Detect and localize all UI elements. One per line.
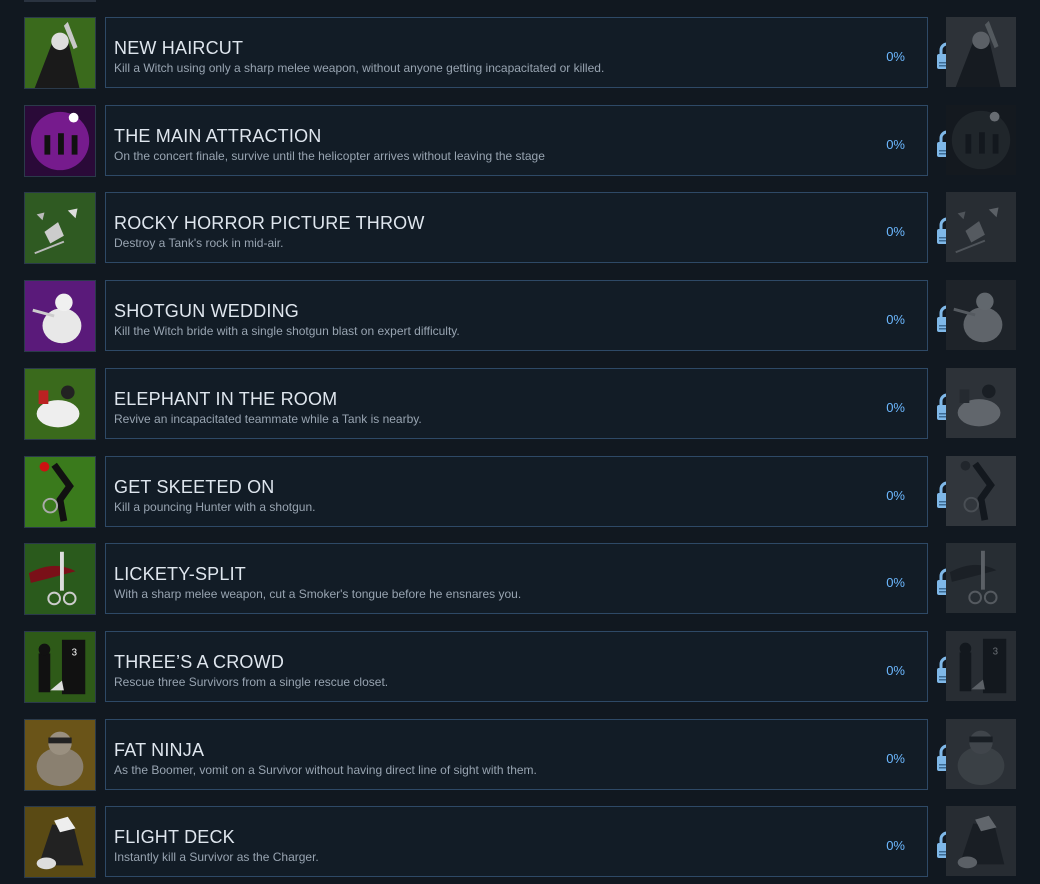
rock-shatter-icon	[24, 192, 96, 264]
achievement-row: ELEPHANT IN THE ROOM Revive an incapacit…	[0, 368, 1040, 440]
achievement-title: ROCKY HORROR PICTURE THROW	[114, 213, 425, 233]
achievement-row: GET SKEETED ON Kill a pouncing Hunter wi…	[0, 456, 1040, 528]
achievement-description: Destroy a Tank's rock in mid-air.	[114, 236, 284, 250]
achievement-description: As the Boomer, vomit on a Survivor witho…	[114, 763, 537, 777]
achievement-card[interactable]: FAT NINJA As the Boomer, vomit on a Surv…	[105, 719, 928, 790]
achievement-progress: 0%	[886, 137, 905, 152]
achievement-row: LICKETY-SPLIT With a sharp melee weapon,…	[0, 543, 1040, 615]
achievement-title: THREE’S A CROWD	[114, 652, 285, 672]
boomer-ninja-icon	[24, 719, 96, 791]
svg-text:3: 3	[72, 647, 77, 658]
locked-icon-preview: 3	[946, 631, 1016, 701]
previous-thumbnail-edge	[24, 0, 96, 2]
achievement-title: SHOTGUN WEDDING	[114, 301, 299, 321]
achievement-progress: 0%	[886, 312, 905, 327]
locked-icon-preview	[946, 192, 1016, 262]
achievement-card[interactable]: ELEPHANT IN THE ROOM Revive an incapacit…	[105, 368, 928, 439]
achievements-list: NEW HAIRCUT Kill a Witch using only a sh…	[0, 0, 1040, 884]
achievement-progress: 0%	[886, 400, 905, 415]
achievement-description: Rescue three Survivors from a single res…	[114, 675, 389, 689]
svg-text:3: 3	[993, 646, 998, 657]
locked-icon-preview	[946, 456, 1016, 526]
achievement-row: ROCKY HORROR PICTURE THROW Destroy a Tan…	[0, 192, 1040, 264]
achievement-progress: 0%	[886, 663, 905, 678]
achievement-progress: 0%	[886, 751, 905, 766]
achievement-progress: 0%	[886, 224, 905, 239]
hunter-pounce-icon	[24, 456, 96, 528]
achievement-progress: 0%	[886, 575, 905, 590]
achievement-card[interactable]: LICKETY-SPLIT With a sharp melee weapon,…	[105, 543, 928, 614]
charger-icon	[24, 806, 96, 878]
witch-bride-icon	[24, 280, 96, 352]
achievement-row: NEW HAIRCUT Kill a Witch using only a sh…	[0, 17, 1040, 89]
achievement-row: FLIGHT DECK Instantly kill a Survivor as…	[0, 806, 1040, 878]
achievement-description: Kill a pouncing Hunter with a shotgun.	[114, 500, 316, 514]
locked-icon-preview	[946, 17, 1016, 87]
achievement-description: Kill the Witch bride with a single shotg…	[114, 324, 460, 338]
achievement-card[interactable]: FLIGHT DECK Instantly kill a Survivor as…	[105, 806, 928, 877]
achievement-title: FAT NINJA	[114, 740, 205, 760]
locked-icon-preview	[946, 719, 1016, 789]
locked-icon-preview	[946, 280, 1016, 350]
achievement-description: Instantly kill a Survivor as the Charger…	[114, 850, 319, 864]
achievement-title: FLIGHT DECK	[114, 827, 235, 847]
achievement-row: FAT NINJA As the Boomer, vomit on a Surv…	[0, 719, 1040, 791]
achievement-progress: 0%	[886, 49, 905, 64]
achievement-card[interactable]: THE MAIN ATTRACTION On the concert final…	[105, 105, 928, 176]
achievement-card[interactable]: GET SKEETED ON Kill a pouncing Hunter wi…	[105, 456, 928, 527]
witch-knife-icon	[24, 17, 96, 89]
achievement-description: Revive an incapacitated teammate while a…	[114, 412, 422, 426]
achievement-description: On the concert finale, survive until the…	[114, 149, 545, 163]
achievement-progress: 0%	[886, 488, 905, 503]
achievement-row: 3 THREE’S A CROWD Rescue three Survivors…	[0, 631, 1040, 703]
concert-stage-icon	[24, 105, 96, 177]
locked-icon-preview	[946, 543, 1016, 613]
achievement-card[interactable]: ROCKY HORROR PICTURE THROW Destroy a Tan…	[105, 192, 928, 263]
tank-revive-icon	[24, 368, 96, 440]
rescue-closet-icon: 3	[24, 631, 96, 703]
achievement-description: Kill a Witch using only a sharp melee we…	[114, 61, 605, 75]
achievement-description: With a sharp melee weapon, cut a Smoker'…	[114, 587, 522, 601]
locked-icon-preview	[946, 368, 1016, 438]
achievement-title: GET SKEETED ON	[114, 477, 275, 497]
achievement-card[interactable]: THREE’S A CROWD Rescue three Survivors f…	[105, 631, 928, 702]
achievement-title: THE MAIN ATTRACTION	[114, 126, 322, 146]
achievement-title: NEW HAIRCUT	[114, 38, 244, 58]
achievement-progress: 0%	[886, 838, 905, 853]
locked-icon-preview	[946, 105, 1016, 175]
achievement-row: THE MAIN ATTRACTION On the concert final…	[0, 105, 1040, 177]
achievement-card[interactable]: SHOTGUN WEDDING Kill the Witch bride wit…	[105, 280, 928, 351]
scissors-tongue-icon	[24, 543, 96, 615]
locked-icon-preview	[946, 806, 1016, 876]
achievement-row: SHOTGUN WEDDING Kill the Witch bride wit…	[0, 280, 1040, 352]
achievement-title: ELEPHANT IN THE ROOM	[114, 389, 338, 409]
achievement-card[interactable]: NEW HAIRCUT Kill a Witch using only a sh…	[105, 17, 928, 88]
achievement-title: LICKETY-SPLIT	[114, 564, 246, 584]
